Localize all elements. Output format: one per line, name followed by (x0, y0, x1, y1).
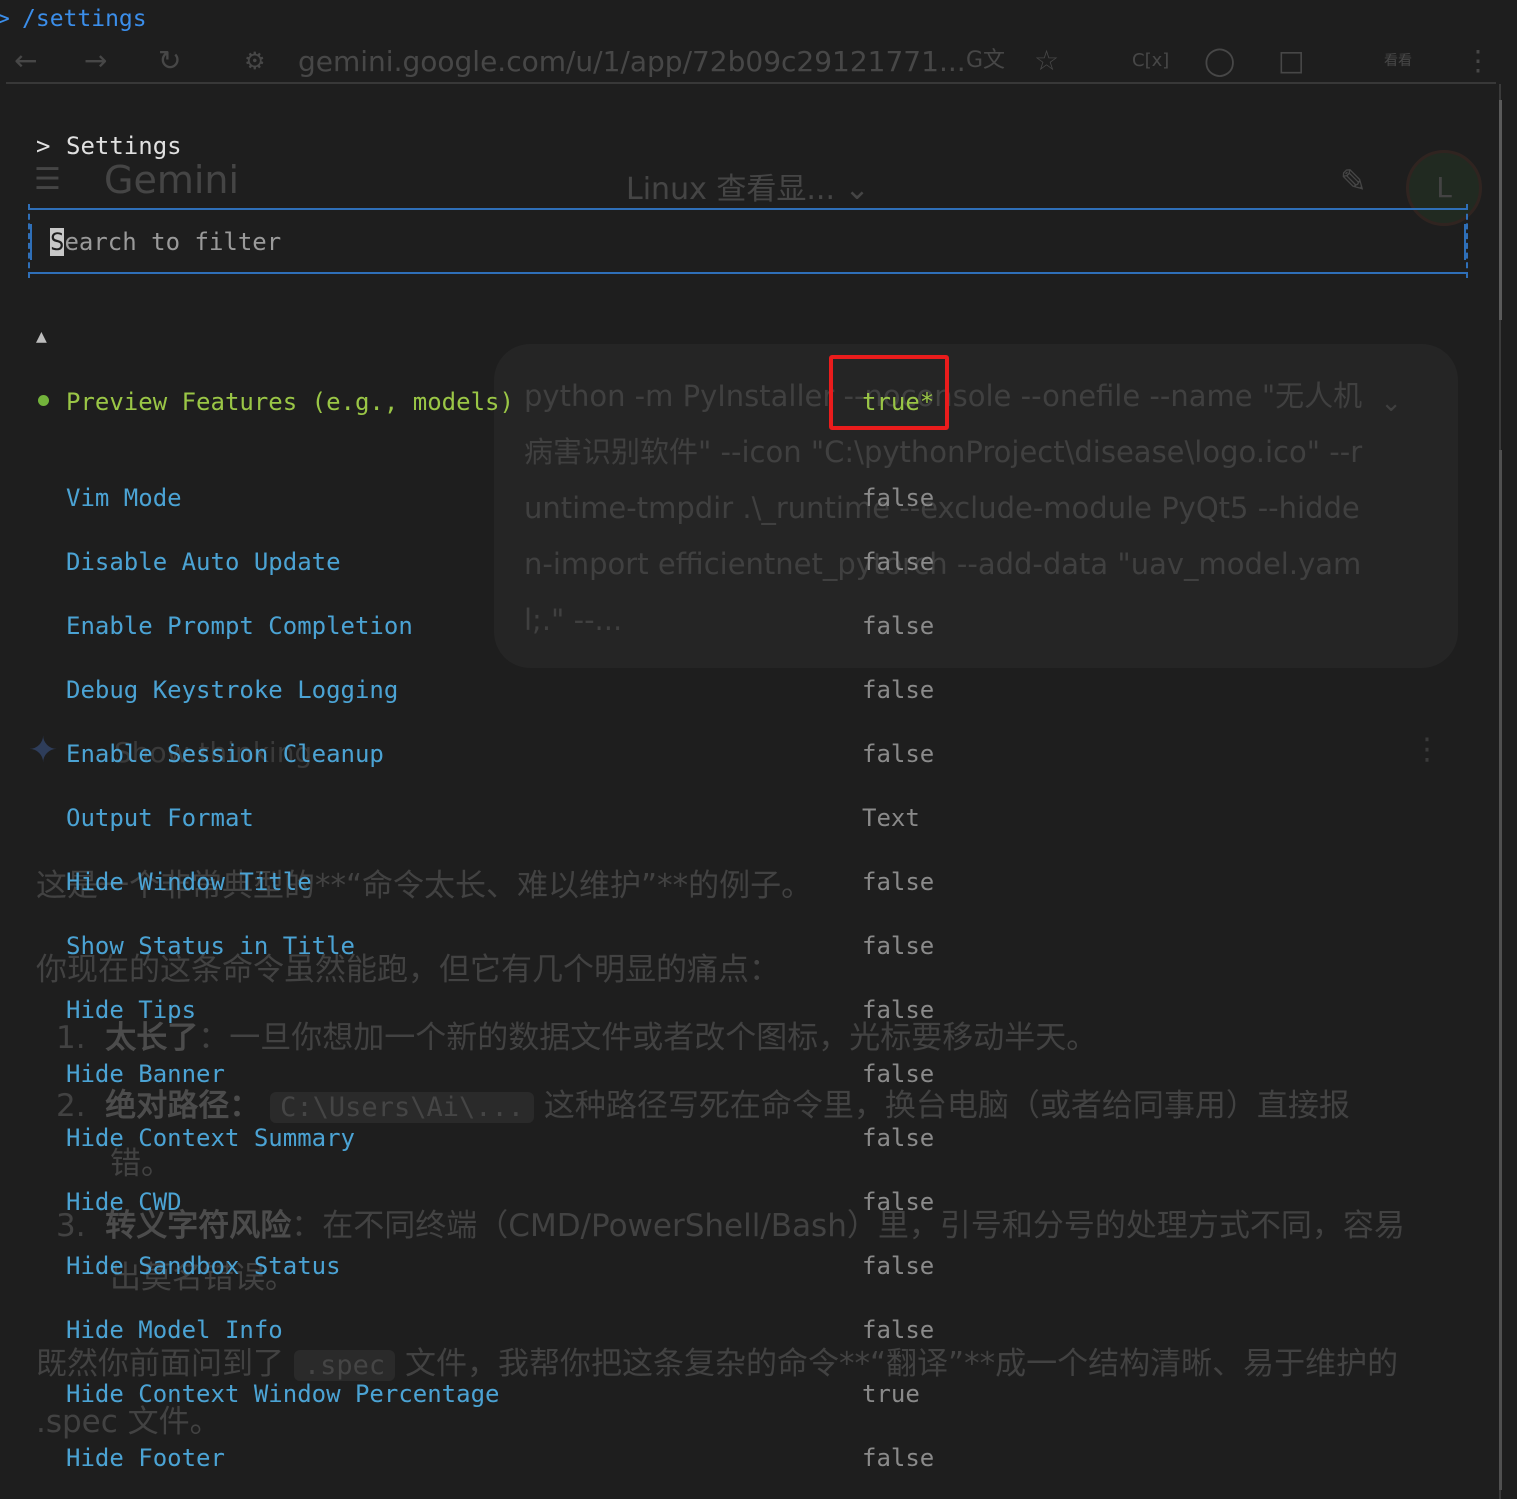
screen: > /settings ← → ↻ ⚙ gemini.google.com/u/… (0, 0, 1517, 1499)
setting-label: Hide Model Info (66, 1316, 283, 1344)
chevron-right-icon: > (36, 132, 51, 160)
extension-icon[interactable]: □ (1278, 44, 1304, 78)
setting-row[interactable]: Hide CWD false (0, 1170, 1500, 1234)
setting-label: Hide Context Summary (66, 1124, 355, 1152)
setting-value[interactable]: Text (862, 798, 920, 838)
hamburger-menu-icon: ☰ (34, 162, 61, 197)
forward-icon[interactable]: → (84, 44, 107, 78)
reload-icon[interactable]: ↻ (158, 44, 181, 78)
setting-row[interactable]: Hide Model Info false (0, 1298, 1500, 1362)
setting-label: Enable Prompt Completion (66, 612, 413, 640)
setting-value[interactable]: true (862, 1374, 920, 1414)
setting-label: Hide Context Window Percentage (66, 1380, 500, 1408)
selected-bullet-icon (38, 395, 49, 406)
settings-title: > Settings (36, 126, 182, 166)
setting-value[interactable]: false (862, 1118, 934, 1158)
setting-row[interactable]: Vim Mode false (0, 466, 1500, 530)
back-icon[interactable]: ← (14, 44, 37, 78)
setting-label: Hide Sandbox Status (66, 1252, 341, 1280)
extension-cx-icon[interactable]: C[x] (1132, 44, 1169, 78)
setting-value[interactable]: false (862, 670, 934, 710)
setting-value[interactable]: false (862, 606, 934, 646)
setting-row[interactable]: Enable Prompt Completion false (0, 594, 1500, 658)
setting-label: Preview Features (e.g., models) (66, 388, 514, 416)
setting-row[interactable]: Output Format Text (0, 786, 1500, 850)
setting-value[interactable]: false (862, 542, 934, 582)
command-text: /settings (22, 6, 147, 32)
search-border-left (30, 224, 32, 260)
setting-row[interactable]: Hide Banner false (0, 1042, 1500, 1106)
profile-avatar[interactable]: 看看 (1384, 44, 1412, 78)
setting-row[interactable]: Disable Auto Update false (0, 530, 1500, 594)
text-cursor: S (50, 228, 65, 256)
setting-row[interactable]: Hide Sandbox Status false (0, 1234, 1500, 1298)
search-input[interactable]: Search to filter (50, 222, 1440, 262)
setting-value[interactable]: false (862, 990, 934, 1030)
setting-row[interactable]: Hide Footer false (0, 1426, 1500, 1490)
extension-ring-icon[interactable]: ◯ (1204, 44, 1235, 78)
setting-label: Hide Window Title (66, 868, 312, 896)
setting-label: Hide Banner (66, 1060, 225, 1088)
bookmark-star-icon[interactable]: ☆ (1034, 44, 1059, 78)
prompt-glyph: > (0, 6, 10, 32)
search-box[interactable]: Search to filter (28, 204, 1468, 278)
setting-label: Output Format (66, 804, 254, 832)
setting-label: Hide Tips (66, 996, 197, 1024)
search-placeholder: earch to filter (64, 228, 282, 256)
setting-label: Hide Footer (66, 1444, 225, 1472)
setting-value[interactable]: false (862, 1246, 934, 1286)
setting-value[interactable]: false (862, 1310, 934, 1350)
setting-value[interactable]: false (862, 1054, 934, 1094)
new-chat-icon: ✎ (1340, 162, 1367, 200)
setting-row[interactable]: Show Status in Title false (0, 914, 1500, 978)
setting-label: Show Status in Title (66, 932, 355, 960)
search-border-right (1464, 224, 1466, 260)
terminal-command-line: > /settings (0, 0, 1517, 38)
setting-value[interactable]: false (862, 734, 934, 774)
setting-row[interactable]: Hide Context Summary false (0, 1106, 1500, 1170)
translate-icon[interactable]: G文 (966, 44, 1005, 78)
setting-row[interactable]: Hide Tips false (0, 978, 1500, 1042)
conversation-title: Linux 查看显... ⌄ (626, 172, 870, 207)
setting-row[interactable]: Hide Context Window Percentage true (0, 1362, 1500, 1426)
scroll-up-indicator: ▲ (36, 326, 47, 347)
setting-value[interactable]: false (862, 1182, 934, 1222)
setting-value[interactable]: false (862, 478, 934, 518)
setting-value[interactable]: false (862, 1438, 934, 1478)
scrollbar-thumb[interactable] (1499, 100, 1502, 320)
setting-row[interactable]: Enable Session Cleanup false (0, 722, 1500, 786)
setting-row[interactable]: Hide Window Title false (0, 850, 1500, 914)
setting-row[interactable]: Preview Features (e.g., models) true* (0, 370, 1500, 434)
setting-row[interactable]: Debug Keystroke Logging false (0, 658, 1500, 722)
setting-value[interactable]: false (862, 926, 934, 966)
setting-label: Vim Mode (66, 484, 182, 512)
browser-toolbar: ← → ↻ ⚙ gemini.google.com/u/1/app/72b09c… (0, 38, 1497, 84)
setting-label: Disable Auto Update (66, 548, 341, 576)
more-menu-icon[interactable]: ⋮ (1464, 44, 1492, 78)
site-settings-icon[interactable]: ⚙ (244, 44, 266, 78)
setting-label: Enable Session Cleanup (66, 740, 384, 768)
setting-label: Hide CWD (66, 1188, 182, 1216)
address-bar-url[interactable]: gemini.google.com/u/1/app/72b09c29121771… (298, 42, 966, 82)
annotation-highlight-box (829, 355, 949, 430)
setting-label: Debug Keystroke Logging (66, 676, 399, 704)
setting-value[interactable]: false (862, 862, 934, 902)
toolbar-divider (6, 82, 1496, 84)
settings-title-text: Settings (66, 132, 182, 160)
